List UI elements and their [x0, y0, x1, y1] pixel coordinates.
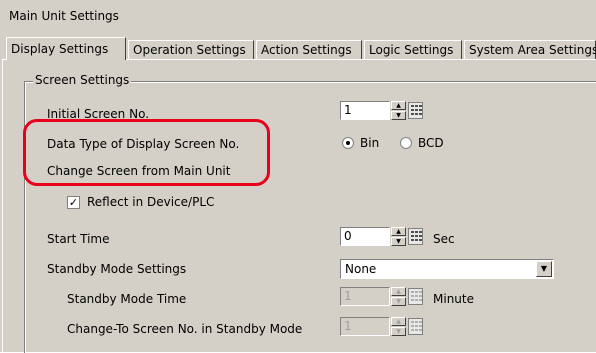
- screen-settings-legend: Screen Settings: [33, 73, 132, 87]
- start-time-unit: Sec: [433, 232, 455, 246]
- window-title: Main Unit Settings: [9, 9, 119, 23]
- standby-screen-input[interactable]: 1: [340, 317, 390, 336]
- main-unit-settings-window: Main Unit Settings Display Settings Oper…: [0, 0, 596, 353]
- tab-label: Action Settings: [261, 43, 352, 57]
- tab-operation-settings[interactable]: Operation Settings: [128, 40, 254, 59]
- tab-label: Operation Settings: [133, 43, 246, 57]
- spin-up-button[interactable]: ▲: [391, 317, 406, 326]
- initial-screen-input[interactable]: 1: [340, 101, 390, 120]
- tab-label: Logic Settings: [369, 43, 454, 57]
- radio-bin-label: Bin: [360, 136, 380, 150]
- keypad-icon[interactable]: [408, 288, 423, 305]
- tab-action-settings[interactable]: Action Settings: [256, 40, 362, 59]
- spin-down-button[interactable]: ▼: [391, 327, 406, 336]
- spin-up-button[interactable]: ▲: [391, 227, 406, 236]
- spin-down-button[interactable]: ▼: [391, 111, 406, 120]
- radio-bcd[interactable]: [400, 137, 412, 149]
- spin-down-button[interactable]: ▼: [391, 237, 406, 246]
- standby-mode-label: Standby Mode Settings: [47, 262, 187, 276]
- radio-bcd-label: BCD: [418, 136, 444, 150]
- standby-mode-value: None: [345, 262, 377, 276]
- keypad-icon[interactable]: [408, 318, 423, 335]
- tab-label: Display Settings: [11, 42, 109, 56]
- tab-logic-settings[interactable]: Logic Settings: [364, 40, 462, 59]
- start-time-input[interactable]: 0: [340, 227, 390, 246]
- reflect-label: Reflect in Device/PLC: [87, 195, 215, 209]
- standby-time-unit: Minute: [433, 292, 474, 306]
- keypad-icon[interactable]: [408, 102, 423, 119]
- chevron-down-icon[interactable]: ▼: [536, 261, 552, 277]
- tab-system-area-settings[interactable]: System Area Settings: [464, 40, 596, 59]
- start-time-label: Start Time: [47, 232, 110, 246]
- radio-bin[interactable]: [342, 137, 354, 149]
- tab-display-settings[interactable]: Display Settings: [6, 37, 126, 60]
- tab-label: System Area Settings: [469, 43, 596, 57]
- red-highlight-annotation: [23, 119, 270, 186]
- standby-time-input[interactable]: 1: [340, 287, 390, 306]
- standby-screen-label: Change-To Screen No. in Standby Mode: [67, 322, 303, 336]
- standby-time-label: Standby Mode Time: [67, 292, 187, 306]
- tab-bar: Display Settings Operation Settings Acti…: [2, 37, 596, 60]
- keypad-icon[interactable]: [408, 228, 423, 245]
- reflect-checkbox[interactable]: ✓: [67, 196, 80, 209]
- spin-down-button[interactable]: ▼: [391, 297, 406, 306]
- spin-up-button[interactable]: ▲: [391, 101, 406, 110]
- standby-mode-select[interactable]: None ▼: [340, 259, 554, 279]
- spin-up-button[interactable]: ▲: [391, 287, 406, 296]
